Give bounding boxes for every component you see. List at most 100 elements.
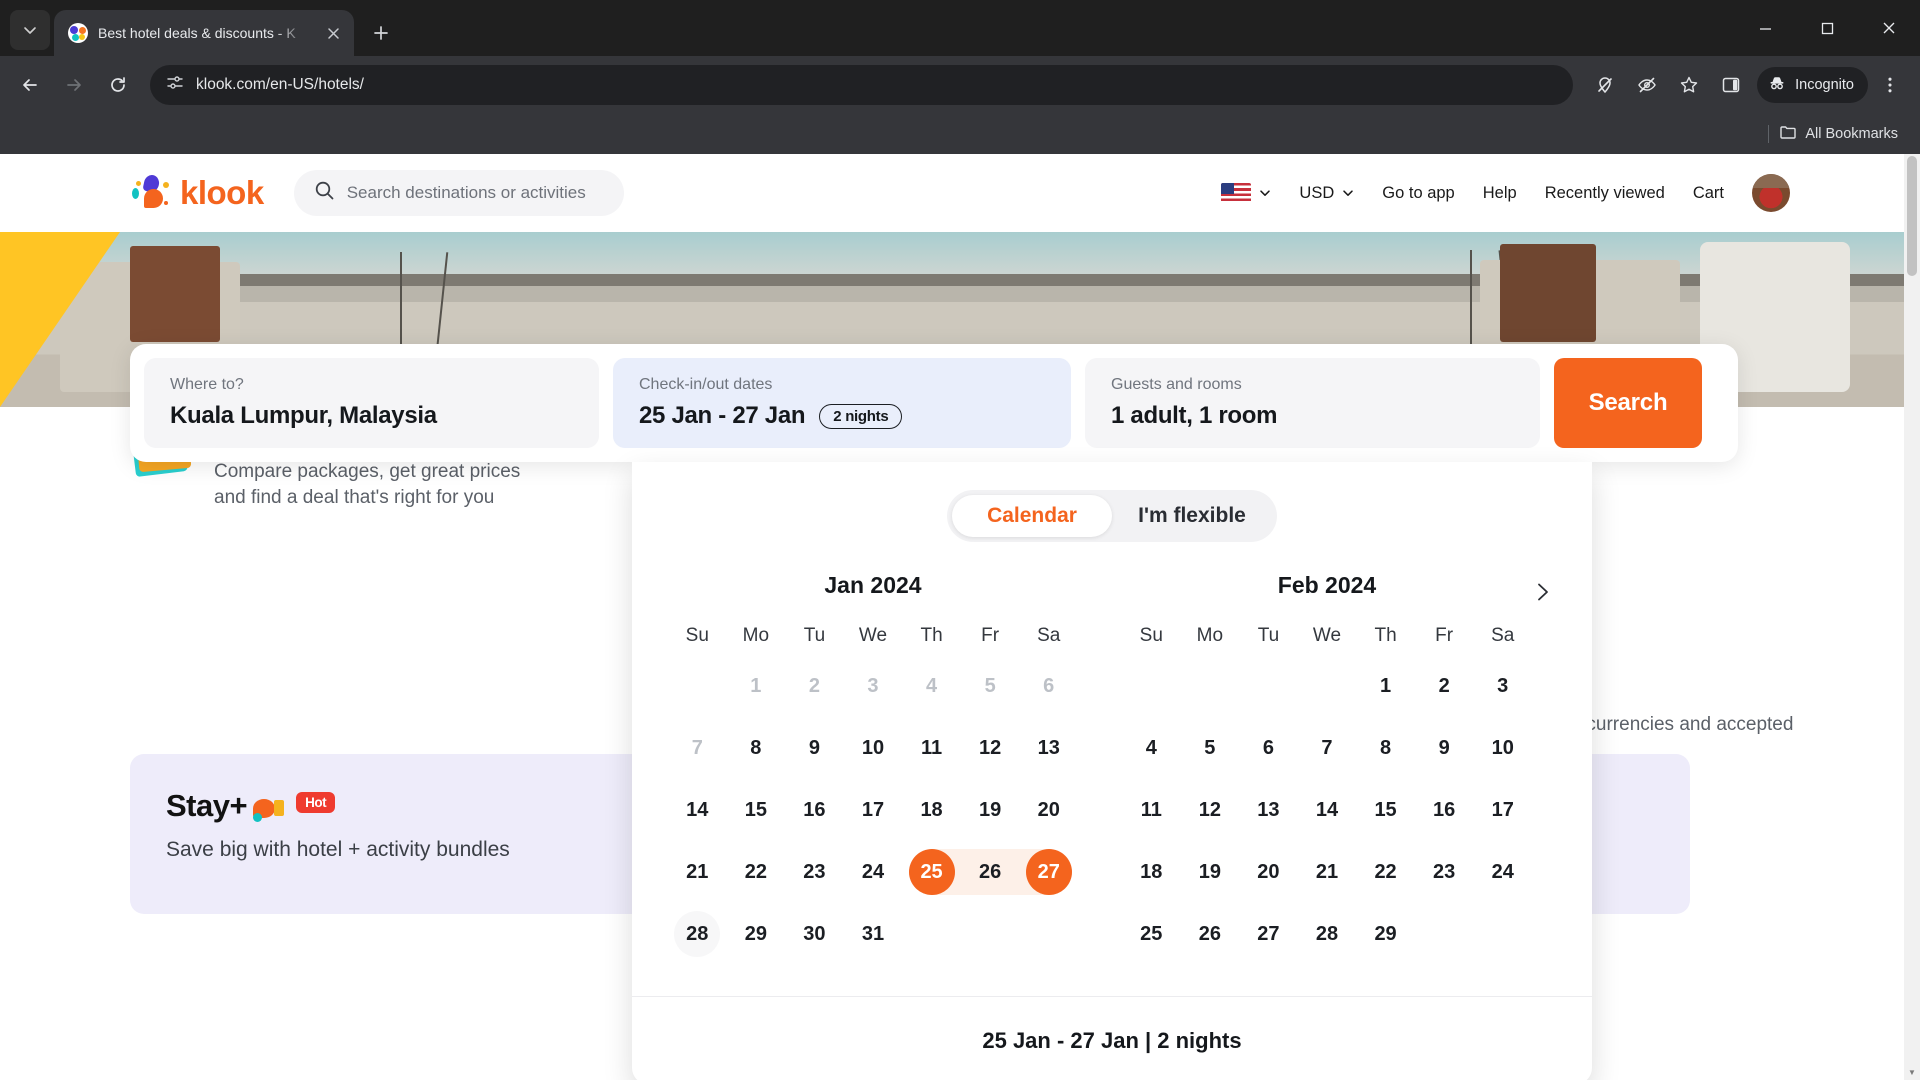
- date-grid: 1 2 3 4 5 6 7 8 9 10 11 12 13 14 15 16 17 18 19 20 21 22 23 24 2…: [1122, 655, 1532, 965]
- calendar-day-22[interactable]: 22: [1356, 841, 1415, 903]
- star-icon[interactable]: [1669, 65, 1709, 105]
- minimize-icon[interactable]: [1734, 0, 1796, 56]
- calendar-day-31[interactable]: 31: [844, 903, 903, 965]
- calendar-day-20[interactable]: 20: [1019, 779, 1078, 841]
- calendar-day-8[interactable]: 8: [1356, 717, 1415, 779]
- all-bookmarks-button[interactable]: All Bookmarks: [1779, 123, 1898, 145]
- scroll-down-arrow[interactable]: ▼: [1904, 1064, 1920, 1080]
- destination-field[interactable]: Where to? Kuala Lumpur, Malaysia: [144, 358, 599, 448]
- avatar[interactable]: [1752, 174, 1790, 212]
- calendar-day-9[interactable]: 9: [1415, 717, 1474, 779]
- back-arrow-icon[interactable]: [10, 65, 50, 105]
- calendar-day-21[interactable]: 21: [668, 841, 727, 903]
- calendar-day-20[interactable]: 20: [1239, 841, 1298, 903]
- date-grid: 1 2 3 4 5 6 7 8 9 10 11 12 13 14 15 16 17 18 19 20 21 22 23 24 2…: [668, 655, 1078, 965]
- site-search-input[interactable]: Search destinations or activities: [293, 170, 624, 216]
- calendar-day-23[interactable]: 23: [785, 841, 844, 903]
- calendar-day-4[interactable]: 4: [1122, 717, 1181, 779]
- nav-go-to-app[interactable]: Go to app: [1382, 184, 1454, 203]
- tab-search-icon[interactable]: [10, 10, 50, 50]
- calendar-day-1[interactable]: 1: [1356, 655, 1415, 717]
- calendar-day-13[interactable]: 13: [1019, 717, 1078, 779]
- location-blocked-icon[interactable]: [1585, 65, 1625, 105]
- calendar-day-18[interactable]: 18: [1122, 841, 1181, 903]
- calendar-day-10[interactable]: 10: [1473, 717, 1532, 779]
- nav-cart[interactable]: Cart: [1693, 184, 1724, 203]
- calendar-day-3[interactable]: 3: [1473, 655, 1532, 717]
- dates-label: Check-in/out dates: [639, 376, 773, 393]
- calendar-day-14[interactable]: 14: [1298, 779, 1357, 841]
- day-number: 25: [1140, 922, 1163, 945]
- search-button[interactable]: Search: [1554, 358, 1702, 448]
- calendar-day-26[interactable]: 26: [1181, 903, 1240, 965]
- browser-tab[interactable]: Best hotel deals & discounts - K: [54, 10, 354, 56]
- calendar-day-17[interactable]: 17: [1473, 779, 1532, 841]
- calendar-day-16[interactable]: 16: [1415, 779, 1474, 841]
- address-bar[interactable]: klook.com/en-US/hotels/: [150, 65, 1574, 105]
- calendar-day-28[interactable]: 28: [668, 903, 727, 965]
- calendar-day-12[interactable]: 12: [1181, 779, 1240, 841]
- tab-calendar[interactable]: Calendar: [952, 495, 1112, 537]
- calendar-day-8[interactable]: 8: [727, 717, 786, 779]
- eye-crossed-icon[interactable]: [1627, 65, 1667, 105]
- calendar-day-7: 7: [668, 717, 727, 779]
- nav-help[interactable]: Help: [1483, 184, 1517, 203]
- close-icon[interactable]: [322, 22, 344, 44]
- calendar-day-2[interactable]: 2: [1415, 655, 1474, 717]
- incognito-indicator[interactable]: Incognito: [1757, 67, 1868, 103]
- calendar-day-30[interactable]: 30: [785, 903, 844, 965]
- calendar-day-26[interactable]: 26: [960, 841, 1020, 903]
- calendar-day-24[interactable]: 24: [1473, 841, 1532, 903]
- calendar-day-12[interactable]: 12: [961, 717, 1020, 779]
- calendar-day-13[interactable]: 13: [1239, 779, 1298, 841]
- calendar-day-25[interactable]: 25: [902, 841, 961, 903]
- language-selector[interactable]: [1221, 183, 1271, 203]
- calendar-day-5[interactable]: 5: [1181, 717, 1240, 779]
- calendar-day-27[interactable]: 27: [1019, 841, 1078, 903]
- calendar-day-11[interactable]: 11: [1122, 779, 1181, 841]
- reload-icon[interactable]: [98, 65, 138, 105]
- klook-logo[interactable]: klook: [130, 173, 264, 212]
- day-number: 6: [1262, 736, 1274, 759]
- day-number: 13: [1037, 736, 1060, 759]
- calendar-day-14[interactable]: 14: [668, 779, 727, 841]
- calendar-day-16[interactable]: 16: [785, 779, 844, 841]
- calendar-day-11[interactable]: 11: [902, 717, 961, 779]
- calendar-day-19[interactable]: 19: [1181, 841, 1240, 903]
- day-number: 12: [979, 736, 1002, 759]
- calendar-day-19[interactable]: 19: [961, 779, 1020, 841]
- calendar-day-18[interactable]: 18: [902, 779, 961, 841]
- calendar-day-10[interactable]: 10: [844, 717, 903, 779]
- calendar-day-21[interactable]: 21: [1298, 841, 1357, 903]
- chevron-right-icon[interactable]: [1522, 572, 1562, 612]
- calendar-day-15[interactable]: 15: [1356, 779, 1415, 841]
- calendar-day-29[interactable]: 29: [1356, 903, 1415, 965]
- currency-selector[interactable]: USD: [1299, 184, 1354, 203]
- calendar-day-17[interactable]: 17: [844, 779, 903, 841]
- calendar-day-7[interactable]: 7: [1298, 717, 1357, 779]
- page-scrollbar[interactable]: ▲ ▼: [1904, 154, 1920, 1080]
- calendar-day-24[interactable]: 24: [844, 841, 903, 903]
- calendar-day-9[interactable]: 9: [785, 717, 844, 779]
- tab-im-flexible[interactable]: I'm flexible: [1112, 495, 1272, 537]
- guests-field[interactable]: Guests and rooms 1 adult, 1 room: [1085, 358, 1540, 448]
- side-panel-icon[interactable]: [1711, 65, 1751, 105]
- scrollbar-thumb[interactable]: [1907, 156, 1917, 276]
- calendar-day-22[interactable]: 22: [727, 841, 786, 903]
- calendar-day-25[interactable]: 25: [1122, 903, 1181, 965]
- nav-recently-viewed[interactable]: Recently viewed: [1545, 184, 1665, 203]
- dates-field[interactable]: Check-in/out dates 25 Jan - 27 Jan 2 nig…: [613, 358, 1071, 448]
- day-number: 18: [1140, 860, 1163, 883]
- calendar-day-15[interactable]: 15: [727, 779, 786, 841]
- calendar-day-29[interactable]: 29: [727, 903, 786, 965]
- window-close-icon[interactable]: [1858, 0, 1920, 56]
- calendar-day-27[interactable]: 27: [1239, 903, 1298, 965]
- site-settings-icon[interactable]: [166, 74, 184, 97]
- three-dot-menu-icon[interactable]: [1870, 65, 1910, 105]
- maximize-icon[interactable]: [1796, 0, 1858, 56]
- chevron-down-icon: [1260, 190, 1271, 196]
- calendar-day-23[interactable]: 23: [1415, 841, 1474, 903]
- new-tab-button[interactable]: [364, 16, 398, 50]
- calendar-day-28[interactable]: 28: [1298, 903, 1357, 965]
- calendar-day-6[interactable]: 6: [1239, 717, 1298, 779]
